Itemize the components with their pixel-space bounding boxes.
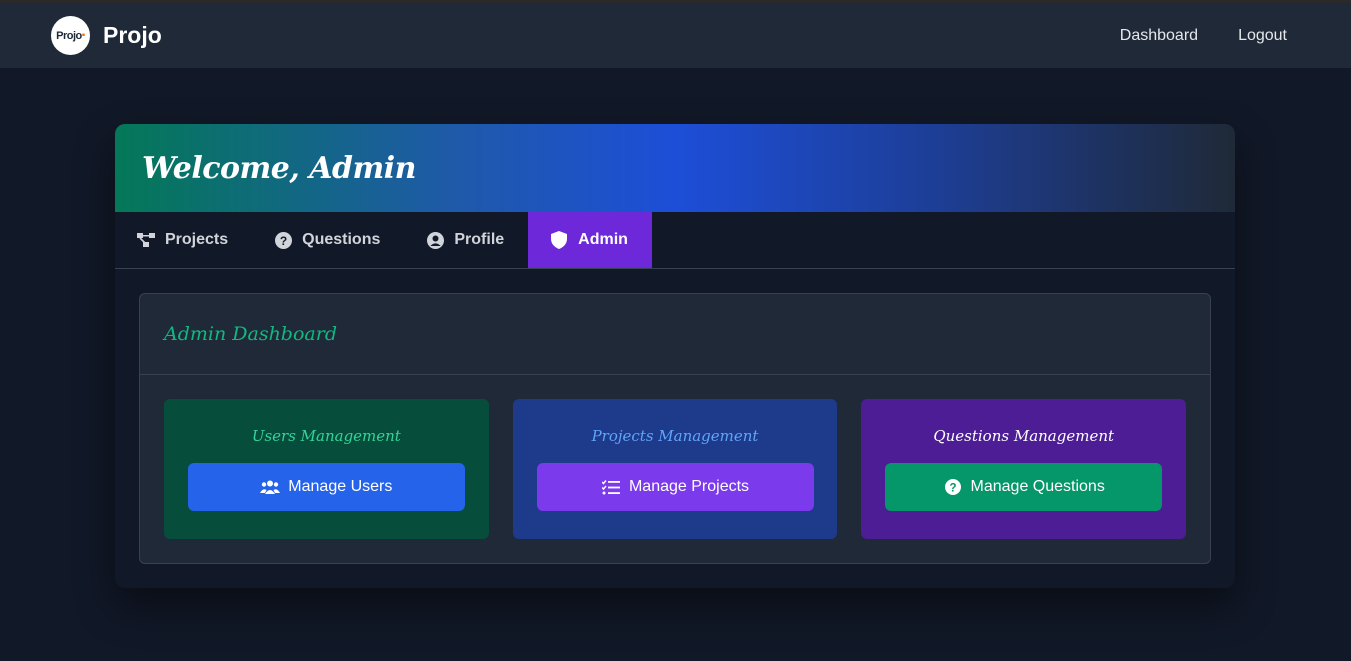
panel-title: Admin Dashboard [164,323,337,345]
nav-dashboard-link[interactable]: Dashboard [1120,27,1198,45]
management-cards: Users Management Manage Users Projects M… [140,375,1210,539]
tab-label: Profile [454,231,505,248]
top-nav: Dashboard Logout [1120,27,1287,45]
nav-logout-link[interactable]: Logout [1238,27,1287,45]
button-label: Manage Questions [970,478,1105,495]
question-circle-icon: ? [943,479,963,495]
welcome-banner: Welcome, Admin [115,124,1235,212]
welcome-title: Welcome, Admin [142,150,416,186]
manage-projects-button[interactable]: Manage Projects [536,463,814,511]
tab-bar: Projects ? Questions Profile Admin [115,212,1235,269]
panel-header: Admin Dashboard [140,294,1210,375]
svg-text:?: ? [949,482,956,494]
dashboard-card: Welcome, Admin Projects ? Questions Prof… [115,124,1235,588]
tab-projects[interactable]: Projects [115,212,252,268]
logo-text: Projo [56,29,82,42]
manage-questions-button[interactable]: ? Manage Questions [885,463,1163,511]
tab-profile[interactable]: Profile [404,212,528,268]
card-title: Projects Management [591,427,759,445]
users-management-card: Users Management Manage Users [164,399,489,539]
card-title: Questions Management [933,427,1115,445]
svg-text:?: ? [279,234,286,248]
button-label: Manage Users [288,478,393,495]
top-navbar: Projo ▪ Projo Dashboard Logout [0,0,1351,68]
tab-admin[interactable]: Admin [528,212,652,268]
logo: Projo ▪ [51,16,90,55]
admin-dashboard-panel: Admin Dashboard Users Management Manage … [139,293,1211,564]
tab-label: Projects [165,231,229,248]
card-title: Users Management [251,427,401,445]
tab-label: Questions [302,231,381,248]
tasks-icon [601,479,621,495]
questions-management-card: Questions Management ? Manage Questions [861,399,1187,539]
user-circle-icon [426,231,444,249]
brand[interactable]: Projo ▪ Projo [51,16,162,55]
project-diagram-icon [137,231,155,249]
manage-users-button[interactable]: Manage Users [187,463,465,511]
shield-icon [550,231,568,249]
projects-management-card: Projects Management Manage Projects [512,399,838,539]
brand-name: Projo [103,22,162,48]
users-icon [260,479,281,495]
question-circle-icon: ? [274,231,292,249]
tab-label: Admin [578,231,628,248]
tab-questions[interactable]: ? Questions [252,212,404,268]
button-label: Manage Projects [628,478,750,495]
